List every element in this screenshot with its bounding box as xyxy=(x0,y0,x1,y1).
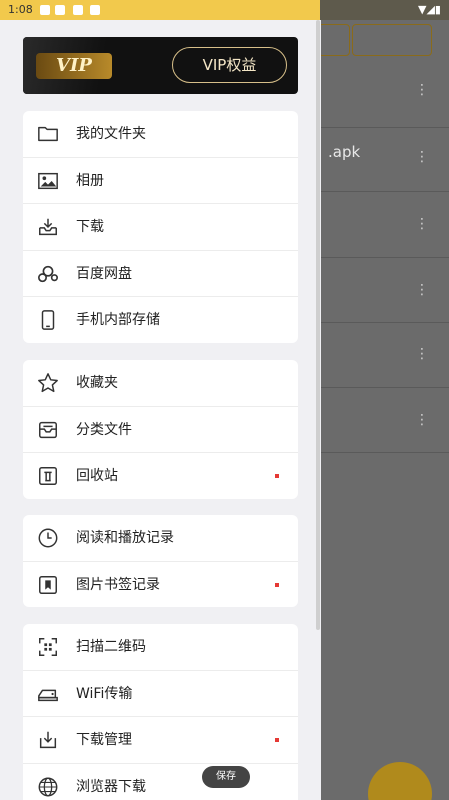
new-indicator-dot xyxy=(275,474,279,478)
new-indicator-dot xyxy=(275,582,279,587)
menu-item-phone-storage[interactable]: 手机内部存储 xyxy=(23,297,298,343)
more-icon: ⋮ xyxy=(415,282,429,298)
notification-icon xyxy=(40,5,50,15)
more-icon: ⋮ xyxy=(415,346,429,362)
download-tray-icon xyxy=(39,218,57,236)
clock-icon xyxy=(38,528,58,548)
menu-item-my-folder[interactable]: 我的文件夹 xyxy=(23,111,298,158)
menu-group-collections: 收藏夹 分类文件 回收站 xyxy=(23,360,298,499)
status-time: 1:08 xyxy=(8,3,33,16)
notification-icon xyxy=(55,5,65,15)
menu-item-scan-qr[interactable]: 扫描二维码 xyxy=(23,624,298,671)
bg-tab-left xyxy=(318,24,350,56)
toast-save: 保存 xyxy=(202,766,250,788)
menu-item-download[interactable]: 下载 xyxy=(23,204,298,251)
menu-group-history: 阅读和播放记录 图片书签记录 xyxy=(23,515,298,607)
signal-battery-icon: ▼◢▮ xyxy=(418,3,441,16)
menu-item-recycle-bin[interactable]: 回收站 xyxy=(23,453,298,499)
menu-item-label: WiFi传输 xyxy=(76,685,133,702)
menu-item-label: 收藏夹 xyxy=(76,375,118,391)
menu-item-label: 我的文件夹 xyxy=(76,126,146,142)
menu-item-image-bookmarks[interactable]: 图片书签记录 xyxy=(23,562,298,608)
menu-item-favorites[interactable]: 收藏夹 xyxy=(23,360,298,407)
notification-icon xyxy=(90,5,100,15)
menu-item-read-play-history[interactable]: 阅读和播放记录 xyxy=(23,515,298,562)
image-icon xyxy=(38,172,58,189)
download-manage-icon xyxy=(39,731,57,749)
bg-tab-right xyxy=(352,24,432,56)
phone-icon xyxy=(41,310,55,330)
menu-item-label: 分类文件 xyxy=(76,421,132,438)
menu-item-categories[interactable]: 分类文件 xyxy=(23,407,298,453)
more-icon: ⋮ xyxy=(415,216,429,232)
vip-banner[interactable]: VIP VIP权益 xyxy=(23,37,298,94)
vip-badge: VIP xyxy=(36,53,112,79)
category-box-icon xyxy=(39,421,57,438)
more-icon: ⋮ xyxy=(415,412,429,428)
menu-item-label: 阅读和播放记录 xyxy=(76,530,174,546)
star-icon xyxy=(38,373,58,393)
more-icon: ⋮ xyxy=(415,149,429,165)
globe-icon xyxy=(38,777,58,796)
menu-item-label: 扫描二维码 xyxy=(76,639,146,655)
menu-group-storage: 我的文件夹 相册 下载 百度网盘 手机内部存储 xyxy=(23,111,298,343)
menu-item-label: 相册 xyxy=(76,172,104,189)
qr-scan-icon xyxy=(39,638,57,656)
trash-icon xyxy=(39,467,57,485)
menu-item-label: 回收站 xyxy=(76,468,118,484)
folder-icon xyxy=(38,126,58,142)
scrollbar[interactable] xyxy=(316,20,320,630)
menu-item-album[interactable]: 相册 xyxy=(23,158,298,204)
more-icon: ⋮ xyxy=(415,82,429,98)
bookmark-icon xyxy=(39,575,57,594)
menu-item-download-manager[interactable]: 下载管理 xyxy=(23,717,298,764)
menu-group-tools: 扫描二维码 WiFi传输 下载管理 浏览器下载 xyxy=(23,624,298,800)
fab-button xyxy=(368,762,432,800)
notification-icon xyxy=(73,5,83,15)
cloud-disk-icon xyxy=(38,265,58,282)
status-bar-dim: ▼◢▮ xyxy=(320,0,449,20)
vip-benefits-button[interactable]: VIP权益 xyxy=(172,47,287,83)
menu-item-label: 手机内部存储 xyxy=(76,312,160,328)
menu-item-label: 百度网盘 xyxy=(76,265,132,282)
menu-item-label: 浏览器下载 xyxy=(76,778,146,795)
bg-file-name: .apk xyxy=(328,143,361,161)
menu-item-wifi-transfer[interactable]: WiFi传输 xyxy=(23,671,298,717)
menu-item-baidu-netdisk[interactable]: 百度网盘 xyxy=(23,251,298,297)
menu-item-browser-download[interactable]: 浏览器下载 xyxy=(23,764,298,800)
menu-item-label: 图片书签记录 xyxy=(76,576,160,593)
menu-item-label: 下载管理 xyxy=(76,732,132,748)
new-indicator-dot xyxy=(275,738,279,742)
wifi-transfer-icon xyxy=(38,689,58,701)
menu-item-label: 下载 xyxy=(76,219,104,235)
